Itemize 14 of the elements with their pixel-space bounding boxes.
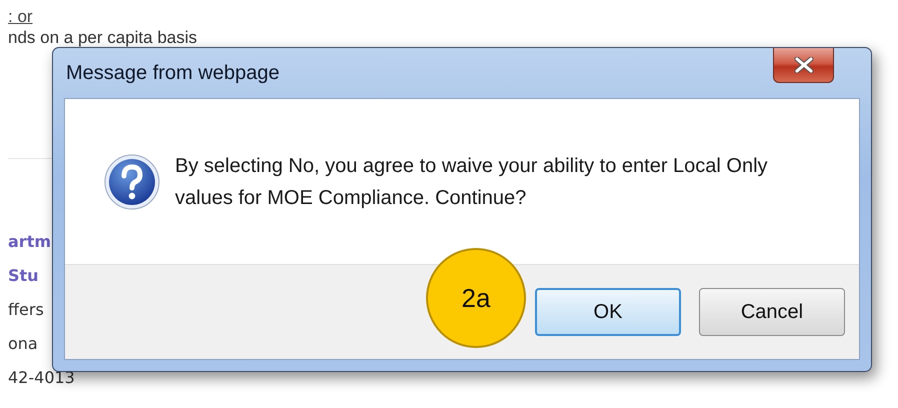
close-icon — [792, 57, 814, 73]
dialog-button[interactable]: OK — [535, 288, 681, 336]
question-icon — [103, 152, 161, 210]
heading-text: artm — [8, 231, 52, 253]
close-button[interactable] — [773, 48, 834, 83]
body-text: ffers — [8, 299, 44, 321]
message-text: By selecting No, you agree to waive your ability to enter Local Only values for MOE Compliance. Continue? — [175, 154, 769, 210]
body-text: 42-4013 — [8, 367, 75, 389]
body-text: ona — [8, 333, 38, 355]
dialog-button[interactable]: Cancel — [699, 288, 845, 336]
body-text: nds on a per capita basis — [8, 28, 198, 48]
heading-text: Stu — [8, 265, 39, 287]
window-title: Message from webpage — [65, 62, 280, 84]
link[interactable]: : or — [8, 6, 33, 28]
